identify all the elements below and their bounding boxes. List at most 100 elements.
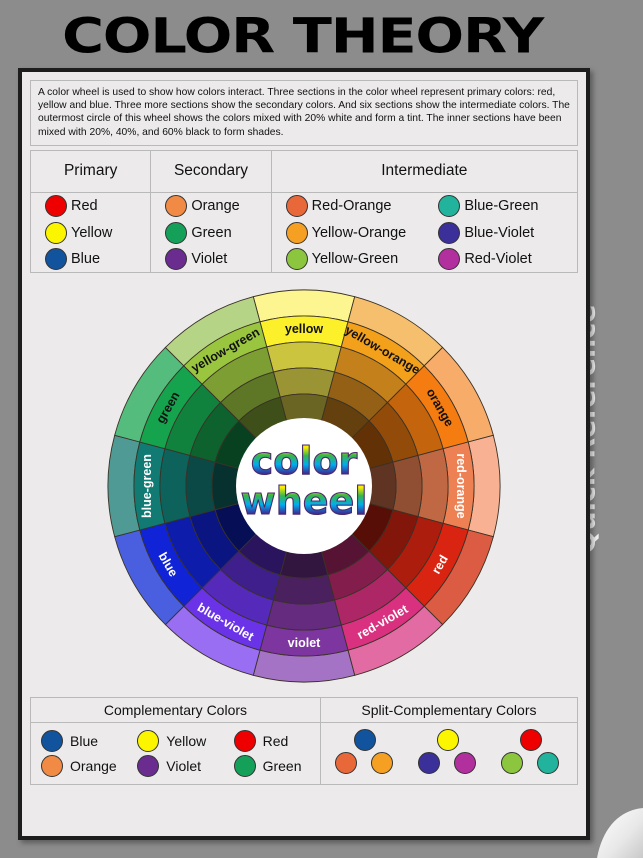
legend-header-row: Primary Secondary Intermediate (29, 149, 579, 193)
list-item[interactable]: Blue-Green (424, 193, 577, 220)
color-dot (285, 195, 308, 218)
list-item[interactable]: Orange (151, 193, 270, 220)
color-label: Red-Orange (311, 198, 392, 215)
wheel-center-logo: color wheel (240, 439, 368, 524)
page-title: COLOR THEORY (61, 8, 544, 65)
color-dot (45, 221, 67, 244)
list-item: Green (224, 753, 320, 778)
split-complementary-cell (319, 722, 579, 786)
complementary-pair[interactable]: Red Green (224, 728, 320, 778)
color-dot (41, 754, 63, 777)
list-item: Yellow (127, 728, 223, 753)
wheel-segment[interactable] (185, 455, 216, 518)
color-dot (45, 195, 67, 218)
color-dot (45, 248, 67, 271)
split-complementary-title: Split-Complementary Colors (319, 697, 579, 724)
wheel-sector-label: yellow (285, 322, 323, 336)
page-curl-decoration (597, 808, 643, 858)
color-dot (354, 728, 377, 751)
color-label: Yellow-Green (311, 251, 399, 268)
color-label: Yellow-Orange (311, 224, 407, 241)
list-item[interactable]: Yellow-Green (272, 246, 425, 273)
color-dot (165, 248, 188, 271)
color-dot (137, 754, 160, 777)
color-label: Orange (191, 198, 240, 215)
complementary-pair[interactable]: Yellow Violet (127, 728, 223, 778)
color-dot (285, 248, 308, 271)
wheel-segment[interactable] (272, 367, 336, 398)
legend-header-intermediate: Intermediate (270, 149, 579, 193)
harmony-body-row: Blue Orange Yellow Violet Red Green (30, 722, 579, 786)
split-complementary-group[interactable] (500, 728, 563, 777)
color-dot (417, 751, 440, 774)
color-dot (438, 248, 461, 271)
split-complementary-group[interactable] (417, 728, 480, 777)
color-label: Red (71, 198, 98, 215)
color-label: Green (191, 224, 232, 241)
color-dot (436, 728, 459, 751)
color-label: Yellow (166, 732, 207, 749)
list-item[interactable]: Red-Violet (424, 246, 577, 273)
color-label: Blue-Violet (464, 224, 535, 241)
color-label: Red (262, 732, 289, 749)
legend-primary-cell: Red Yellow Blue (29, 191, 152, 274)
list-item: Red (224, 728, 320, 753)
list-item[interactable]: Green (151, 219, 270, 246)
color-dot (233, 729, 256, 752)
intermediate-list-right: Blue-Green Blue-Violet Red-Violet (424, 193, 577, 273)
legend-intermediate-cell: Red-Orange Yellow-Orange Yellow-Green Bl… (270, 191, 579, 274)
color-dot (233, 754, 256, 777)
list-item[interactable]: Red-Orange (272, 193, 425, 220)
list-item[interactable]: Blue (31, 246, 150, 273)
complementary-pair[interactable]: Blue Orange (31, 728, 127, 778)
center-label-line1: color (251, 439, 358, 483)
secondary-list: Orange Green Violet (151, 193, 270, 273)
color-dot (137, 729, 160, 752)
color-dot (536, 751, 559, 774)
harmony-header-row: Complementary Colors Split-Complementary… (30, 697, 579, 724)
list-item[interactable]: Yellow (31, 219, 150, 246)
color-label: Violet (191, 251, 228, 268)
legend-swatch-row: Red Yellow Blue Orange Green Violet Red-… (29, 191, 579, 274)
intermediate-list-left: Red-Orange Yellow-Orange Yellow-Green (272, 193, 425, 273)
color-wheel[interactable]: yellow yellow-orangeorangered-orangeredre… (104, 286, 504, 686)
color-dot (165, 221, 188, 244)
description-text: A color wheel is used to show how colors… (30, 80, 578, 146)
list-item[interactable]: Yellow-Orange (272, 219, 425, 246)
color-dot (165, 195, 188, 218)
center-label-line2: wheel (241, 479, 368, 523)
color-dot (371, 751, 394, 774)
color-label: Blue-Green (464, 198, 539, 215)
color-dot (438, 221, 461, 244)
wheel-sector-label: violet (288, 636, 321, 650)
reference-card: A color wheel is used to show how colors… (18, 68, 590, 840)
color-dot (500, 751, 523, 774)
wheel-sector-label: blue-green (140, 454, 154, 518)
split-complementary-group[interactable] (335, 728, 397, 777)
color-dot (519, 728, 542, 751)
right-rail: Quick Reference (571, 0, 643, 858)
list-item[interactable]: Violet (151, 246, 270, 273)
color-dot (453, 751, 476, 774)
color-label: Violet (166, 757, 202, 774)
color-label: Green (262, 757, 302, 774)
color-dot (285, 221, 308, 244)
list-item: Violet (127, 753, 223, 778)
legend-header-primary: Primary (29, 149, 152, 193)
complementary-title: Complementary Colors (30, 697, 321, 724)
color-wheel-container: yellow yellow-orange orange red-orange red re… (30, 277, 578, 695)
list-item[interactable]: Red (31, 193, 150, 220)
color-label: Orange (70, 757, 117, 774)
color-legend-table: Primary Secondary Intermediate Red Yello… (29, 149, 579, 274)
list-item: Orange (31, 753, 127, 778)
wheel-segment[interactable] (272, 574, 336, 605)
complementary-cell: Blue Orange Yellow Violet Red Green (30, 722, 321, 786)
color-dot (41, 729, 63, 752)
list-item[interactable]: Blue-Violet (424, 219, 577, 246)
color-dot (335, 751, 358, 774)
wheel-segment[interactable] (392, 455, 423, 518)
legend-header-secondary: Secondary (150, 149, 272, 193)
harmony-table: Complementary Colors Split-Complementary… (30, 697, 579, 786)
legend-secondary-cell: Orange Green Violet (150, 191, 272, 274)
wheel-sector-label: red-orange (454, 454, 468, 519)
